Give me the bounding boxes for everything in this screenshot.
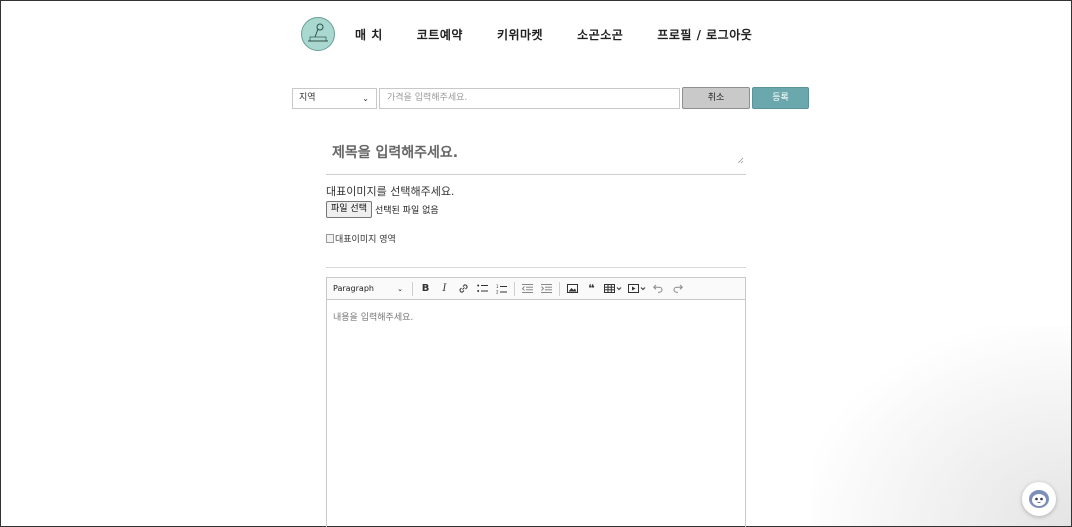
chatbot-button[interactable] (1022, 482, 1056, 516)
link-icon[interactable] (454, 281, 473, 297)
numbered-list-icon[interactable]: 12 (492, 281, 511, 297)
nav-item-court-reservation[interactable]: 코트예약 (417, 26, 463, 43)
divider (326, 267, 746, 268)
price-input[interactable]: 가격을 입력해주세요. (379, 88, 680, 109)
toolbar-separator (514, 281, 515, 296)
italic-icon[interactable]: I (435, 281, 454, 297)
file-input: 파일 선택 선택된 파일 없음 (326, 201, 439, 218)
media-embed-icon[interactable] (625, 281, 649, 297)
logo-icon (308, 23, 328, 42)
svg-text:2: 2 (496, 289, 499, 294)
logo[interactable] (301, 17, 335, 51)
file-select-button[interactable]: 파일 선택 (326, 201, 372, 218)
title-textarea[interactable]: 제목을 입력해주세요. (326, 131, 746, 175)
chevron-down-icon: ⌄ (362, 94, 369, 103)
image-alt-text: 대표이미지 영역 (335, 235, 396, 245)
outdent-icon[interactable] (518, 281, 537, 297)
toolbar-separator (559, 281, 560, 296)
undo-icon[interactable] (649, 281, 668, 297)
svg-text:1: 1 (496, 284, 499, 289)
nav-item-community[interactable]: 소곤소곤 (577, 26, 623, 43)
redo-icon[interactable] (668, 281, 687, 297)
bold-icon[interactable]: B (416, 281, 435, 297)
toolbar-separator (412, 281, 413, 296)
nav-item-profile-logout[interactable]: 프로필 / 로그아웃 (657, 26, 752, 43)
blockquote-icon[interactable]: ❝ (582, 281, 601, 297)
editor-toolbar: Paragraph ⌄ B I 12 ❝ (327, 278, 745, 300)
nav-item-match[interactable]: 매 치 (355, 26, 383, 43)
paragraph-dropdown-label: Paragraph (333, 283, 374, 293)
editor-placeholder: 내용을 입력해주세요. (333, 313, 414, 323)
rich-text-editor: Paragraph ⌄ B I 12 ❝ 내용을 입력해주세요. (326, 277, 746, 527)
chevron-down-icon: ⌄ (397, 284, 403, 293)
bulleted-list-icon[interactable] (473, 281, 492, 297)
broken-image-icon (326, 234, 334, 243)
resize-grip-icon[interactable] (737, 157, 744, 164)
image-label: 대표이미지를 선택해주세요. (326, 185, 455, 198)
editor-content[interactable]: 내용을 입력해주세요. (327, 300, 745, 333)
paragraph-dropdown[interactable]: Paragraph ⌄ (333, 282, 409, 296)
representative-image: 대표이미지 영역 (326, 232, 396, 245)
chatbot-icon (1029, 490, 1049, 508)
title-placeholder: 제목을 입력해주세요. (332, 145, 459, 161)
region-select[interactable]: 지역 ⌄ (292, 88, 377, 109)
cancel-button[interactable]: 취소 (682, 87, 750, 109)
submit-button[interactable]: 등록 (752, 87, 809, 109)
image-icon[interactable] (563, 281, 582, 297)
post-form-bar: 지역 ⌄ 가격을 입력해주세요. 취소 등록 (292, 87, 809, 109)
table-icon[interactable] (601, 281, 625, 297)
nav-item-kiwi-market[interactable]: 키위마켓 (497, 26, 543, 43)
indent-icon[interactable] (537, 281, 556, 297)
region-select-value: 지역 (299, 93, 316, 103)
top-nav: 매 치 코트예약 키위마켓 소곤소곤 프로필 / 로그아웃 (301, 15, 752, 53)
file-status: 선택된 파일 없음 (374, 206, 439, 216)
